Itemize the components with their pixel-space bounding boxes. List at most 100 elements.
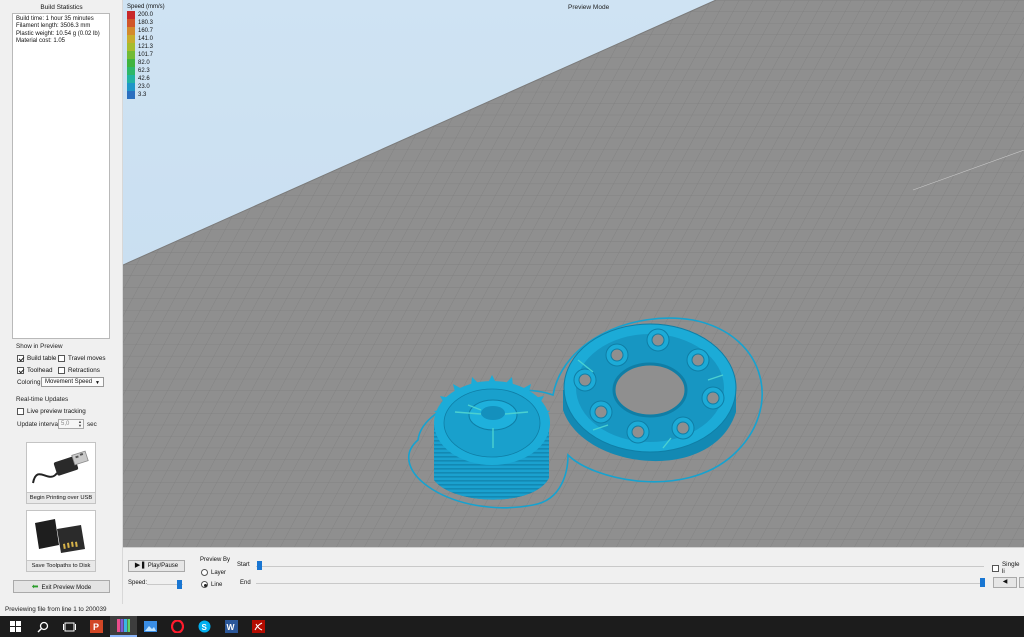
legend-value: 62.3 bbox=[138, 68, 150, 74]
line-radio-dot[interactable] bbox=[201, 581, 208, 588]
legend-value: 141.0 bbox=[138, 36, 154, 42]
build-table-check[interactable] bbox=[17, 355, 24, 362]
exit-preview-label: Exit Preview Mode bbox=[41, 585, 92, 591]
gear-part bbox=[434, 375, 550, 500]
update-interval-spinbox[interactable]: 5,0 ▲ ▼ bbox=[58, 419, 84, 429]
legend-swatch bbox=[127, 11, 135, 19]
end-slider-track[interactable] bbox=[256, 583, 984, 584]
legend-row: 101.7 bbox=[127, 51, 165, 59]
powerpoint-icon[interactable]: P bbox=[83, 616, 110, 637]
step-forward-button[interactable] bbox=[1019, 577, 1024, 588]
build-statistics-box: Build time: 1 hour 35 minutes Filament l… bbox=[12, 13, 110, 339]
legend-swatch bbox=[127, 91, 135, 99]
build-plate-scene bbox=[123, 0, 1024, 547]
preview-controls: ▶❚ Play/Pause Speed: Preview By Layer Li… bbox=[123, 547, 1024, 604]
legend-swatch bbox=[127, 67, 135, 75]
retractions-check[interactable] bbox=[58, 367, 65, 374]
legend-swatch bbox=[127, 43, 135, 51]
spin-arrows-icon[interactable]: ▲ ▼ bbox=[78, 420, 82, 428]
live-tracking-check[interactable] bbox=[17, 408, 24, 415]
legend-value: 23.0 bbox=[138, 84, 150, 90]
end-slider-thumb[interactable] bbox=[980, 578, 985, 587]
legend-swatch bbox=[127, 83, 135, 91]
simplify3d-icon[interactable] bbox=[110, 616, 137, 637]
toolhead-label: Toolhead bbox=[27, 367, 53, 374]
legend-value: 121.3 bbox=[138, 44, 154, 50]
travel-moves-checkbox[interactable]: Travel moves bbox=[58, 355, 106, 362]
layer-radio-dot[interactable] bbox=[201, 569, 208, 576]
step-back-button[interactable]: ◀ bbox=[993, 577, 1017, 588]
single-line-check[interactable] bbox=[992, 564, 999, 572]
word-icon[interactable]: W bbox=[218, 616, 245, 637]
legend-row: 180.3 bbox=[127, 19, 165, 27]
start-slider-track[interactable] bbox=[256, 566, 984, 567]
save-toolpaths-label: Save Toolpaths to Disk bbox=[27, 560, 95, 571]
play-pause-icon: ▶❚ bbox=[134, 562, 147, 569]
line-radio-label: Line bbox=[211, 581, 223, 588]
toolhead-check[interactable] bbox=[17, 367, 24, 374]
legend-title: Speed (mm/s) bbox=[127, 4, 165, 10]
legend-value: 3.3 bbox=[138, 92, 147, 98]
search-icon[interactable] bbox=[29, 616, 56, 637]
start-label: Start bbox=[237, 562, 250, 568]
build-table-label: Build table bbox=[27, 355, 57, 362]
single-line-label: Single li bbox=[1001, 561, 1020, 575]
legend-row: 200.0 bbox=[127, 11, 165, 19]
line-radio[interactable]: Line bbox=[201, 581, 222, 588]
legend-value: 82.0 bbox=[138, 60, 150, 66]
legend-value: 180.3 bbox=[138, 20, 154, 26]
skype-icon[interactable]: S bbox=[191, 616, 218, 637]
update-interval-label: Update interval bbox=[17, 421, 60, 428]
acrobat-icon[interactable] bbox=[245, 616, 272, 637]
live-tracking-checkbox[interactable]: Live preview tracking bbox=[17, 408, 86, 415]
end-label: End bbox=[240, 580, 251, 586]
sd-card-icon bbox=[35, 519, 85, 553]
legend-row: 121.3 bbox=[127, 43, 165, 51]
legend-swatch bbox=[127, 35, 135, 43]
play-pause-button[interactable]: ▶❚ Play/Pause bbox=[128, 560, 185, 572]
legend-row: 82.0 bbox=[127, 59, 165, 67]
legend-row: 42.6 bbox=[127, 75, 165, 83]
usb-cable-icon bbox=[32, 450, 89, 484]
exit-preview-button[interactable]: ⬅ Exit Preview Mode bbox=[13, 580, 110, 593]
opera-icon[interactable] bbox=[164, 616, 191, 637]
windows-start-icon[interactable] bbox=[2, 616, 29, 637]
build-plate bbox=[123, 0, 1024, 547]
legend-swatch bbox=[127, 75, 135, 83]
begin-printing-usb-button[interactable]: Begin Printing over USB bbox=[26, 442, 96, 504]
svg-text:P: P bbox=[93, 622, 99, 632]
coloring-select[interactable]: Movement Speed ▼ bbox=[41, 377, 104, 387]
toolhead-checkbox[interactable]: Toolhead bbox=[17, 367, 53, 374]
play-pause-label: Play/Pause bbox=[147, 563, 179, 569]
legend-value: 101.7 bbox=[138, 52, 154, 58]
photos-icon[interactable] bbox=[137, 616, 164, 637]
speed-label: Speed: bbox=[128, 580, 148, 586]
live-tracking-label: Live preview tracking bbox=[27, 408, 86, 415]
retractions-checkbox[interactable]: Retractions bbox=[58, 367, 100, 374]
svg-text:S: S bbox=[202, 623, 208, 632]
layer-radio[interactable]: Layer bbox=[201, 569, 226, 576]
preview-viewport[interactable]: Speed (mm/s) 200.0 180.3 160.7 141.0 121.3 10… bbox=[123, 0, 1024, 547]
legend-swatch bbox=[127, 19, 135, 27]
build-statistics-title: Build Statistics bbox=[40, 4, 83, 11]
build-table-checkbox[interactable]: Build table bbox=[17, 355, 56, 362]
start-slider-thumb[interactable] bbox=[257, 561, 262, 570]
speed-slider-thumb[interactable] bbox=[177, 580, 182, 589]
windows-taskbar: P S W bbox=[0, 616, 1024, 637]
task-view-icon[interactable] bbox=[56, 616, 83, 637]
back-arrow-icon: ⬅ bbox=[31, 582, 39, 591]
stat-line: Build time: 1 hour 35 minutes bbox=[16, 16, 94, 22]
update-interval-value: 5,0 bbox=[61, 421, 70, 427]
legend-row: 3.3 bbox=[127, 91, 165, 99]
status-bar: Previewing file from line 1 to 200039 bbox=[0, 604, 1024, 616]
single-line-checkbox[interactable]: Single li bbox=[992, 561, 1024, 575]
step-back-icon: ◀ bbox=[1002, 579, 1008, 585]
save-toolpaths-button[interactable]: Save Toolpaths to Disk bbox=[26, 510, 96, 572]
preview-mode-title: Preview Mode bbox=[568, 4, 610, 11]
travel-moves-check[interactable] bbox=[58, 355, 65, 362]
stat-line: Material cost: 1.05 bbox=[16, 38, 66, 45]
speed-legend: Speed (mm/s) 200.0 180.3 160.7 141.0 121.3 10… bbox=[127, 3, 165, 99]
stat-line: Filament length: 3506.3 mm bbox=[16, 23, 91, 30]
stat-line: Plastic weight: 10.54 g (0.02 lb) bbox=[16, 30, 100, 37]
legend-swatch bbox=[127, 51, 135, 59]
